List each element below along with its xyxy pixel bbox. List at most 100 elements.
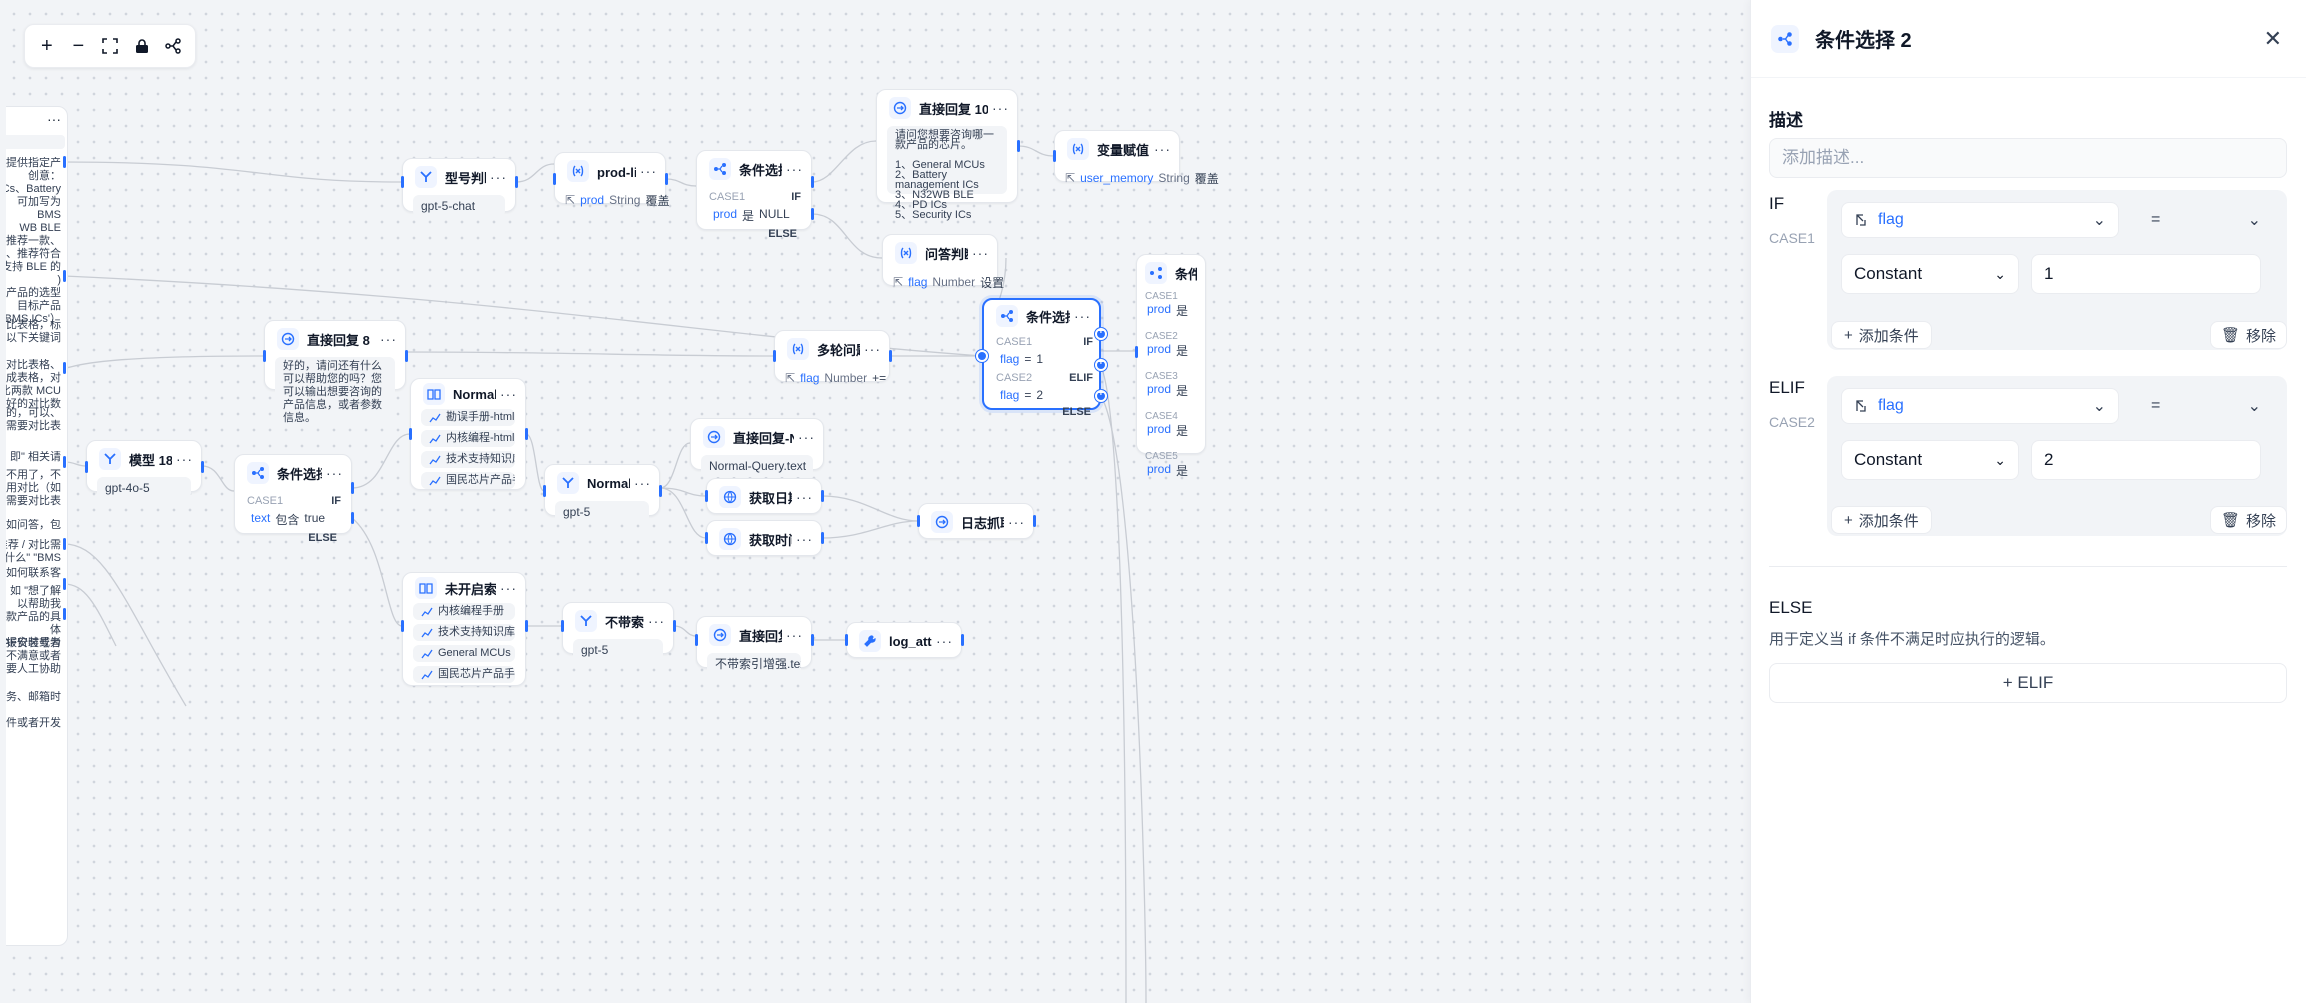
node-log-attach[interactable]: log_attach··· <box>846 622 962 658</box>
node-more-button[interactable]: ··· <box>322 465 343 481</box>
elif-value-input[interactable]: 2 <box>2031 440 2261 480</box>
node-reply-normal-query[interactable]: 直接回复-Normal-Query··· Normal-Query.text <box>690 418 824 477</box>
node-cond-2[interactable]: 条件选择 2··· CASE1 IF flag=1 CASE2 ELIF flag=… <box>982 298 1101 418</box>
layout-button[interactable] <box>159 32 187 60</box>
node-qa-reset[interactable]: 问答判断重置··· ⇱flagNumber设置 <box>882 234 1004 290</box>
description-input[interactable]: 添加描述... <box>1769 138 2287 178</box>
node-more-button[interactable]: ··· <box>792 531 813 547</box>
add-condition-button[interactable]: + 添加条件 <box>1831 321 1932 349</box>
input-handle[interactable] <box>561 620 564 632</box>
node-model-18[interactable]: 模型 18 ··· gpt-4o-5 <box>86 440 202 499</box>
node-get-time[interactable]: 获取时间··· <box>706 520 822 556</box>
output-handle[interactable] <box>63 578 66 590</box>
remove-button[interactable]: 🗑 移除 <box>2209 506 2287 534</box>
node-reply-8[interactable]: 直接回复 8 ··· 好的，请问还有什么可以帮助您的吗？您可以输出想要咨询的产品信… <box>264 320 406 428</box>
output-handle[interactable] <box>525 428 528 440</box>
node-prod-assign[interactable]: prod-list-变量赋值··· ⇱prodString覆盖 <box>554 152 669 208</box>
node-more-button[interactable]: ··· <box>636 163 657 179</box>
output-handle[interactable] <box>665 173 668 185</box>
input-handle[interactable] <box>845 634 848 646</box>
node-cond-6[interactable]: 条件选择 6··· CASE1 IF text包含true ELSE <box>234 454 352 544</box>
input-handle[interactable] <box>553 173 556 185</box>
node-more-button[interactable]: ··· <box>1070 308 1091 324</box>
output-handle[interactable] <box>201 461 204 473</box>
if-value-type-select[interactable]: Constant ⌄ <box>1841 254 2019 294</box>
node-cond-partial[interactable]: 条件选择 CASE1 prod是 CASE2 prod是 CASE3 prod是… <box>1136 254 1206 478</box>
output-handle[interactable] <box>63 608 66 620</box>
if-handle[interactable] <box>811 176 814 188</box>
else-handle[interactable] <box>351 512 354 524</box>
output-handle[interactable] <box>63 456 66 468</box>
node-more-button[interactable]: ··· <box>172 451 193 467</box>
node-var-11[interactable]: 变量赋值 11··· ⇱user_memoryString覆盖 <box>1054 130 1219 186</box>
node-multi-accumulator[interactable]: 多轮问题累加器··· ⇱flagNumber+= <box>774 330 890 385</box>
node-more-button[interactable]: ··· <box>794 429 815 445</box>
elif-operator-select[interactable]: = ⌄ <box>2139 388 2273 424</box>
zoom-in-button[interactable]: + <box>33 32 61 60</box>
input-handle[interactable] <box>401 620 404 632</box>
node-more-button[interactable]: ··· <box>496 580 517 596</box>
node-more-button[interactable]: ··· <box>486 169 507 185</box>
input-handle[interactable] <box>773 350 776 362</box>
input-handle[interactable] <box>409 428 412 440</box>
output-handle[interactable] <box>821 532 824 544</box>
add-elif-button[interactable]: + ELIF <box>1769 663 2287 703</box>
node-no-index-kb[interactable]: 未开启索引增强··· 内核编程手册 技术支持知识库 General MCUs 国… <box>402 572 526 686</box>
node-normal-query-kb[interactable]: Normal-Query··· 勘误手册-html 内核编程-html 技术支持… <box>410 378 526 490</box>
node-more-button[interactable]: ··· <box>630 475 651 491</box>
elif-output-handle[interactable] <box>1095 357 1107 371</box>
node-more-button[interactable]: ··· <box>988 100 1009 116</box>
input-handle[interactable] <box>85 461 88 473</box>
node-more-button[interactable]: ··· <box>968 245 989 261</box>
node-more-button[interactable]: ··· <box>496 386 517 402</box>
node-cond-3[interactable]: 条件选择 3··· CASE1 IF prod是NULL ELSE <box>696 150 812 240</box>
if-operator-select[interactable]: = ⌄ <box>2139 202 2273 238</box>
node-more-button[interactable]: ··· <box>1004 514 1025 530</box>
node-reply-17[interactable]: 直接回复 17··· 不带索引增强.text <box>696 616 812 675</box>
node-more-button[interactable]: ··· <box>782 627 803 643</box>
input-handle[interactable] <box>705 532 708 544</box>
node-more-button[interactable]: ··· <box>376 331 397 347</box>
output-handle[interactable] <box>811 634 814 646</box>
input-handle[interactable] <box>695 634 698 646</box>
node-normal-query-llm[interactable]: Normal-Query··· gpt-5 <box>544 464 660 523</box>
output-handle[interactable] <box>63 362 66 374</box>
node-more-button[interactable]: ··· <box>782 161 803 177</box>
elif-value-type-select[interactable]: Constant ⌄ <box>1841 440 2019 480</box>
output-handle[interactable] <box>405 350 408 362</box>
add-condition-button[interactable]: + 添加条件 <box>1831 506 1932 534</box>
else-output-handle[interactable] <box>1095 388 1107 402</box>
output-handle[interactable] <box>515 176 518 188</box>
lock-button[interactable] <box>128 32 156 60</box>
input-handle[interactable] <box>976 350 988 362</box>
panel-title[interactable]: 条件选择 2 <box>1815 24 2264 53</box>
node-more-button[interactable]: ··· <box>644 613 665 629</box>
elif-variable-select[interactable]: flag ⌄ <box>1841 388 2119 424</box>
output-handle[interactable] <box>63 270 66 282</box>
node-more-button[interactable]: ··· <box>1150 141 1171 157</box>
node-get-date[interactable]: 获取日期··· <box>706 478 822 514</box>
if-handle[interactable] <box>351 482 354 494</box>
node-log-grab[interactable]: 日志抓取··· <box>918 503 1034 539</box>
output-handle[interactable] <box>1033 515 1036 527</box>
node-more-button[interactable]: ··· <box>932 633 953 649</box>
node-no-index-llm[interactable]: 不带索引增强··· gpt-5 <box>562 602 674 661</box>
close-icon[interactable]: ✕ <box>2264 26 2282 52</box>
output-handle[interactable] <box>659 485 662 497</box>
input-handle[interactable] <box>1135 346 1138 358</box>
input-handle[interactable] <box>917 515 920 527</box>
node-reply-10[interactable]: 直接回复 10 ··· 请问您想要咨询哪一款产品的芯片。 1、General MC… <box>876 89 1018 221</box>
if-value-input[interactable]: 1 <box>2031 254 2261 294</box>
output-handle[interactable] <box>961 634 964 646</box>
left-partial-node[interactable]: ··· ' 提供指定产 创意： ICs、Battery 可加写为 BMS WB … <box>6 106 68 946</box>
output-handle[interactable] <box>673 620 676 632</box>
remove-button[interactable]: 🗑 移除 <box>2209 321 2287 349</box>
output-handle[interactable] <box>1017 140 1020 152</box>
output-handle[interactable] <box>889 350 892 362</box>
workflow-canvas[interactable]: + − ··· ' 提供指定产 创意： ICs、Battery 可加写为 BMS… <box>6 6 1750 1003</box>
output-handle[interactable] <box>63 156 66 168</box>
input-handle[interactable] <box>1053 150 1056 162</box>
node-more-button[interactable]: ··· <box>792 489 813 505</box>
input-handle[interactable] <box>263 350 266 362</box>
output-handle[interactable] <box>525 620 528 632</box>
